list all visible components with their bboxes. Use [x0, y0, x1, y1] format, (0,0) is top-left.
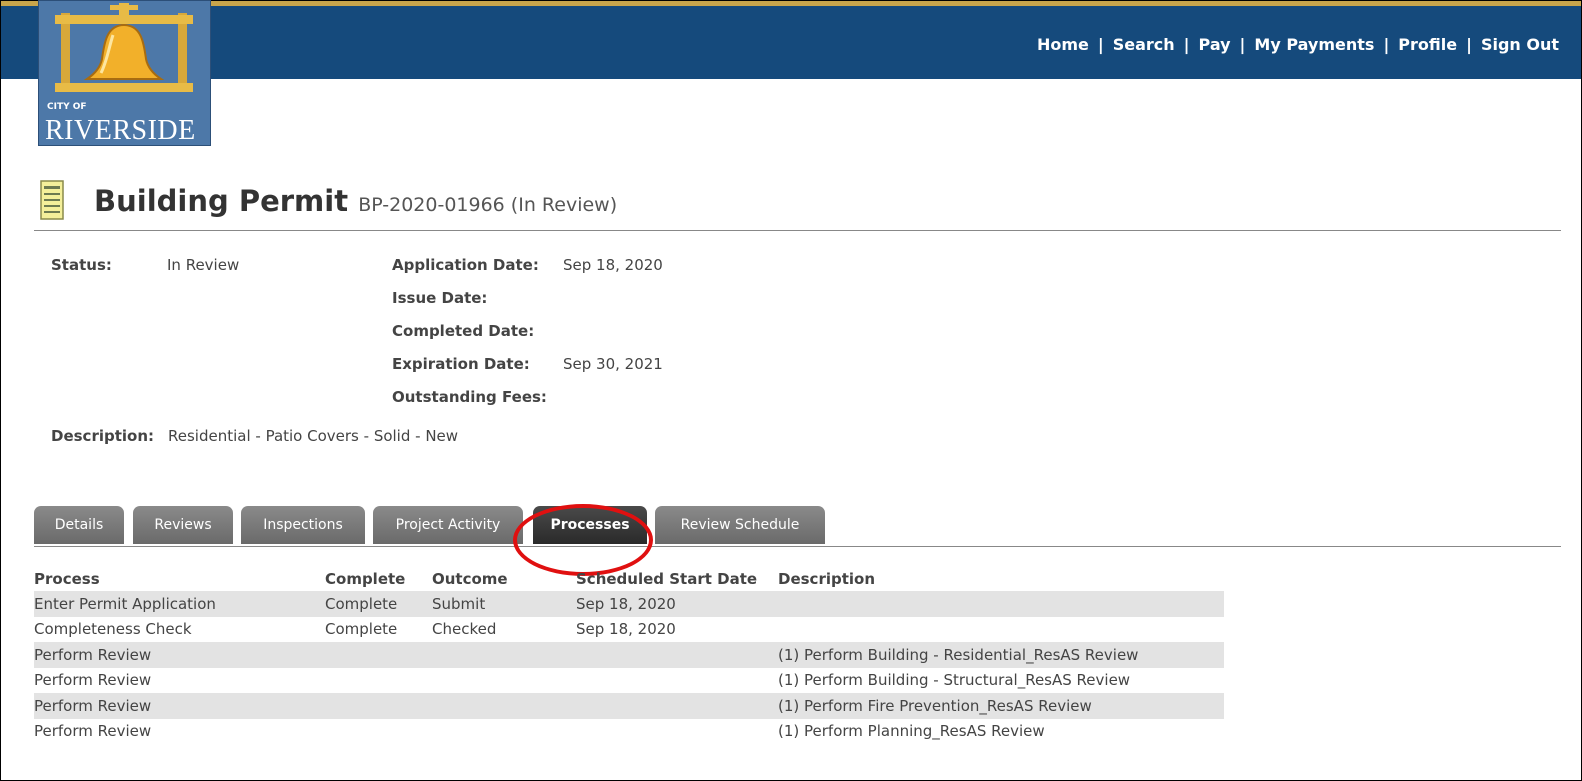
- process-cell: Completeness Check: [34, 620, 192, 639]
- document-icon: [40, 180, 64, 220]
- table-row: Enter Permit Application Complete Submit…: [34, 591, 1224, 617]
- start-date-cell: [576, 719, 778, 745]
- column-header: Description: [778, 569, 876, 588]
- tab-project-activity[interactable]: Project Activity: [373, 506, 523, 544]
- start-date-cell: Sep 18, 2020: [576, 620, 676, 639]
- outcome-cell: [432, 642, 576, 668]
- column-header: Outcome: [432, 569, 508, 588]
- permit-number-status: BP-2020-01966 (In Review): [358, 194, 618, 216]
- process-cell: Enter Permit Application: [34, 591, 325, 617]
- outcome-cell: Submit: [432, 591, 576, 617]
- tab-review-schedule[interactable]: Review Schedule: [655, 506, 825, 544]
- logo-name: RIVERSIDE: [45, 115, 196, 146]
- application-date-value: Sep 18, 2020: [563, 256, 663, 274]
- nav-sign-out[interactable]: Sign Out: [1481, 35, 1559, 54]
- header-accent-stripe: [1, 1, 1581, 6]
- permit-type: Building Permit: [94, 184, 349, 218]
- table-row: Perform Review (1) Perform Building - Re…: [34, 642, 1224, 668]
- complete-cell: [325, 668, 432, 694]
- complete-cell: [325, 719, 432, 745]
- complete-cell: Complete: [325, 620, 398, 639]
- start-date-cell: [576, 642, 778, 668]
- start-date-cell: Sep 18, 2020: [576, 591, 778, 617]
- description-cell: (1) Perform Building - Residential_ResAS…: [778, 642, 1224, 668]
- expiration-date-label: Expiration Date:: [392, 355, 530, 373]
- divider: [34, 230, 1561, 231]
- table-row: Perform Review (1) Perform Fire Preventi…: [34, 693, 1224, 719]
- process-cell: Perform Review: [34, 693, 325, 719]
- tab-processes[interactable]: Processes: [533, 506, 647, 544]
- application-date-label: Application Date:: [392, 256, 539, 274]
- description-cell: [778, 617, 1224, 643]
- logo-city-of: CITY OF: [47, 102, 87, 112]
- description-cell: (1) Perform Building - Structural_ResAS …: [778, 671, 1131, 690]
- process-cell: Perform Review: [34, 671, 152, 690]
- complete-cell: [325, 642, 432, 668]
- tab-divider: [34, 546, 1561, 547]
- description-cell: (1) Perform Fire Prevention_ResAS Review: [778, 693, 1224, 719]
- description-label: Description:: [51, 427, 155, 445]
- page-title: Building Permit BP-2020-01966 (In Review…: [94, 184, 617, 218]
- tab-inspections[interactable]: Inspections: [241, 506, 365, 544]
- table-row: Perform Review (1) Perform Building - St…: [34, 668, 1224, 694]
- issue-date-label: Issue Date:: [392, 289, 488, 307]
- complete-cell: [325, 693, 432, 719]
- outcome-cell: [432, 693, 576, 719]
- complete-cell: Complete: [325, 591, 432, 617]
- description-cell: [778, 591, 1224, 617]
- column-header: Process: [34, 569, 100, 588]
- description-cell: (1) Perform Planning_ResAS Review: [778, 722, 1045, 741]
- table-row: Completeness Check Complete Checked Sep …: [34, 617, 1224, 643]
- description-value: Residential - Patio Covers - Solid - New: [168, 427, 459, 445]
- nav-search[interactable]: Search: [1113, 35, 1175, 54]
- outstanding-fees-label: Outstanding Fees:: [392, 388, 547, 406]
- column-header: Complete: [325, 569, 406, 588]
- outcome-cell: Checked: [432, 620, 497, 639]
- nav-profile[interactable]: Profile: [1398, 35, 1457, 54]
- header-bar: Home | Search | Pay | My Payments | Profile | Sign…: [1, 1, 1581, 79]
- process-cell: Perform Review: [34, 642, 325, 668]
- start-date-cell: [576, 693, 778, 719]
- column-header: Scheduled Start Date: [576, 569, 758, 588]
- status-label: Status:: [51, 256, 112, 274]
- tab-details[interactable]: Details: [34, 506, 124, 544]
- table-header-row: Process Complete Outcome Scheduled Start…: [34, 566, 1224, 591]
- start-date-cell: [576, 668, 778, 694]
- expiration-date-value: Sep 30, 2021: [563, 355, 663, 373]
- nav-my-payments[interactable]: My Payments: [1254, 35, 1374, 54]
- outcome-cell: [432, 719, 576, 745]
- tab-reviews[interactable]: Reviews: [133, 506, 233, 544]
- status-value: In Review: [167, 256, 240, 274]
- table-row: Perform Review (1) Perform Planning_ResA…: [34, 719, 1224, 745]
- processes-table: Process Complete Outcome Scheduled Start…: [34, 566, 1224, 744]
- outcome-cell: [432, 668, 576, 694]
- completed-date-label: Completed Date:: [392, 322, 535, 340]
- city-logo[interactable]: CITY OF RIVERSIDE: [38, 0, 211, 146]
- nav-pay[interactable]: Pay: [1199, 35, 1231, 54]
- bell-icon: [49, 1, 199, 97]
- top-nav: Home | Search | Pay | My Payments | Profile | Sign…: [1036, 35, 1559, 54]
- nav-home[interactable]: Home: [1037, 35, 1089, 54]
- process-cell: Perform Review: [34, 722, 152, 741]
